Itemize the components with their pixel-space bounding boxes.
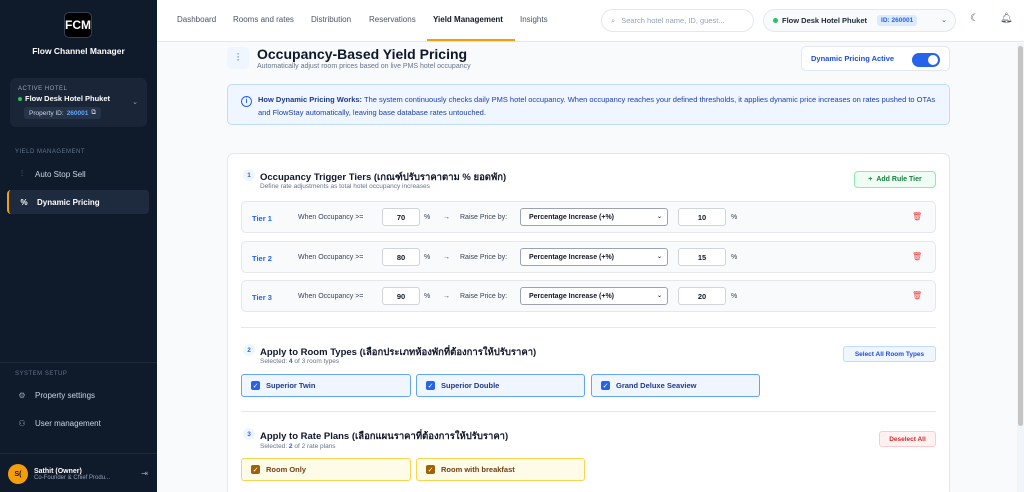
tab-distribution[interactable]: Distribution	[311, 15, 351, 24]
setup-section-title: SYSTEM SETUP	[15, 371, 68, 377]
select-all-room-types-button[interactable]: Select All Room Types	[843, 346, 936, 362]
increase-method-select[interactable]: Percentage Increase (+%) ⌄	[520, 287, 668, 305]
sidebar-divider-bottom	[0, 453, 157, 454]
active-hotel-label: ACTIVE HOTEL	[18, 86, 68, 92]
top-navigation: Dashboard Rooms and rates Distribution R…	[157, 0, 1024, 42]
increase-amount-input[interactable]: 20	[678, 287, 726, 305]
deselect-all-button[interactable]: Deselect All	[879, 431, 936, 447]
step-badge: 3	[243, 428, 255, 440]
tab-yield-management[interactable]: Yield Management	[433, 15, 503, 24]
increase-amount-input[interactable]: 10	[678, 208, 726, 226]
info-banner: i How Dynamic Pricing Works: The system …	[227, 84, 950, 125]
sidebar-divider	[0, 362, 157, 363]
app-logo: FCM	[64, 12, 92, 38]
sidebar-item-property-settings[interactable]: ⚙ Property settings	[7, 383, 149, 407]
plus-icon: +	[868, 176, 873, 183]
percent-icon: %	[20, 197, 28, 207]
tier-row: Tier 1 When Occupancy >= 70 % → Raise Pr…	[241, 201, 936, 233]
section-subtitle-tiers: Define rate adjustments as total hotel o…	[260, 183, 430, 190]
chevron-down-icon: ⌄	[656, 214, 662, 220]
hotel-id-badge: ID: 260001	[877, 15, 918, 26]
section-title-rate-plans: Apply to Rate Plans (เลือกแผนราคาที่ต้อง…	[260, 431, 509, 442]
info-icon: i	[241, 96, 252, 107]
sliders-icon: ⫶	[227, 47, 249, 69]
sidebar-item-dynamic-pricing[interactable]: % Dynamic Pricing	[7, 190, 149, 214]
section-divider	[241, 327, 936, 328]
increase-amount-input[interactable]: 15	[678, 248, 726, 266]
tab-dashboard[interactable]: Dashboard	[177, 15, 216, 24]
search-icon: ⌕	[611, 15, 616, 25]
occupancy-input[interactable]: 80	[382, 248, 420, 266]
theme-toggle-icon[interactable]: ☾	[970, 13, 979, 24]
user-role: Co-Founder & Chief Produ...	[34, 474, 111, 481]
occupancy-input[interactable]: 70	[382, 208, 420, 226]
app-name: Flow Channel Manager	[32, 46, 125, 56]
chevron-down-icon: ⌄	[132, 99, 138, 106]
room-type-checkbox[interactable]: ✓ Grand Deluxe Seaview	[591, 374, 760, 397]
active-tab-indicator	[427, 39, 515, 41]
rate-plan-checkbox[interactable]: ✓ Room Only	[241, 458, 411, 481]
checkmark-icon: ✓	[251, 465, 260, 474]
checkmark-icon: ✓	[251, 381, 260, 390]
yield-section-title: YIELD MANAGEMENT	[15, 149, 86, 155]
chevron-down-icon: ⌄	[941, 17, 947, 24]
sidebar-item-user-management[interactable]: ⚇ User management	[7, 411, 149, 435]
tier-row: Tier 2 When Occupancy >= 80 % → Raise Pr…	[241, 241, 936, 273]
chevron-down-icon: ⌄	[656, 293, 662, 299]
page-subtitle: Automatically adjust room prices based o…	[257, 63, 471, 70]
arrow-right-icon: →	[443, 293, 450, 300]
search-input[interactable]: ⌕ Search hotel name, ID, guest...	[601, 9, 754, 32]
arrow-right-icon: →	[443, 254, 450, 261]
bell-icon[interactable]: 🔔︎	[1000, 13, 1013, 24]
gear-icon: ⚙	[18, 390, 26, 400]
scrollbar-thumb[interactable]	[1018, 46, 1023, 426]
sidebar-item-auto-stop-sell[interactable]: ⫶ Auto Stop Sell	[7, 162, 149, 186]
tab-rooms-and-rates[interactable]: Rooms and rates	[233, 15, 294, 24]
checkmark-icon: ✓	[426, 465, 435, 474]
trash-icon[interactable]: 🗑︎	[912, 252, 922, 261]
dynamic-pricing-switch[interactable]: Dynamic Pricing Active	[801, 46, 950, 71]
active-hotel-name: Flow Desk Hotel Phuket	[18, 94, 110, 103]
add-rule-tier-button[interactable]: + Add Rule Tier	[854, 171, 936, 188]
tab-insights[interactable]: Insights	[520, 15, 548, 24]
arrow-right-icon: →	[443, 214, 450, 221]
checkmark-icon: ✓	[601, 381, 610, 390]
logout-icon[interactable]: ⇥	[141, 469, 148, 478]
step-badge: 2	[243, 344, 255, 356]
property-id-badge[interactable]: Property ID: 260001 ⧉	[24, 107, 102, 119]
occupancy-input[interactable]: 90	[382, 287, 420, 305]
copy-icon[interactable]: ⧉	[91, 109, 96, 117]
increase-method-select[interactable]: Percentage Increase (+%) ⌄	[520, 248, 668, 266]
tab-reservations[interactable]: Reservations	[369, 15, 416, 24]
hotel-switcher[interactable]: Flow Desk Hotel Phuket ID: 260001 ⌄	[763, 9, 956, 32]
user-name: Sathit (Owner)	[34, 467, 82, 475]
step-badge: 1	[243, 169, 255, 181]
room-type-checkbox[interactable]: ✓ Superior Twin	[241, 374, 411, 397]
active-hotel-selector[interactable]: ACTIVE HOTEL Flow Desk Hotel Phuket ⌄ Pr…	[10, 78, 147, 127]
users-icon: ⚇	[18, 418, 26, 428]
avatar: S(	[8, 464, 28, 484]
checkmark-icon: ✓	[426, 381, 435, 390]
increase-method-select[interactable]: Percentage Increase (+%) ⌄	[520, 208, 668, 226]
rate-plans-selected-count: Selected: 2 of 2 rate plans	[260, 443, 336, 450]
info-text: How Dynamic Pricing Works: The system co…	[258, 95, 936, 117]
room-types-selected-count: Selected: 4 of 3 room types	[260, 358, 340, 365]
status-dot-icon	[18, 97, 22, 102]
status-dot-icon	[773, 18, 778, 23]
chevron-down-icon: ⌄	[656, 254, 662, 260]
sliders-icon: ⫶	[21, 169, 23, 178]
room-type-checkbox[interactable]: ✓ Superior Double	[416, 374, 585, 397]
tier-row: Tier 3 When Occupancy >= 90 % → Raise Pr…	[241, 280, 936, 312]
page-title: Occupancy-Based Yield Pricing	[257, 46, 468, 62]
trash-icon[interactable]: 🗑︎	[912, 291, 922, 300]
toggle-switch[interactable]	[912, 53, 940, 67]
trash-icon[interactable]: 🗑︎	[912, 212, 922, 221]
user-profile[interactable]: S( Sathit (Owner) Co-Founder & Chief Pro…	[8, 462, 150, 486]
sidebar: FCM Flow Channel Manager ACTIVE HOTEL Fl…	[0, 0, 157, 492]
section-divider	[241, 411, 936, 412]
rate-plan-checkbox[interactable]: ✓ Room with breakfast	[416, 458, 585, 481]
